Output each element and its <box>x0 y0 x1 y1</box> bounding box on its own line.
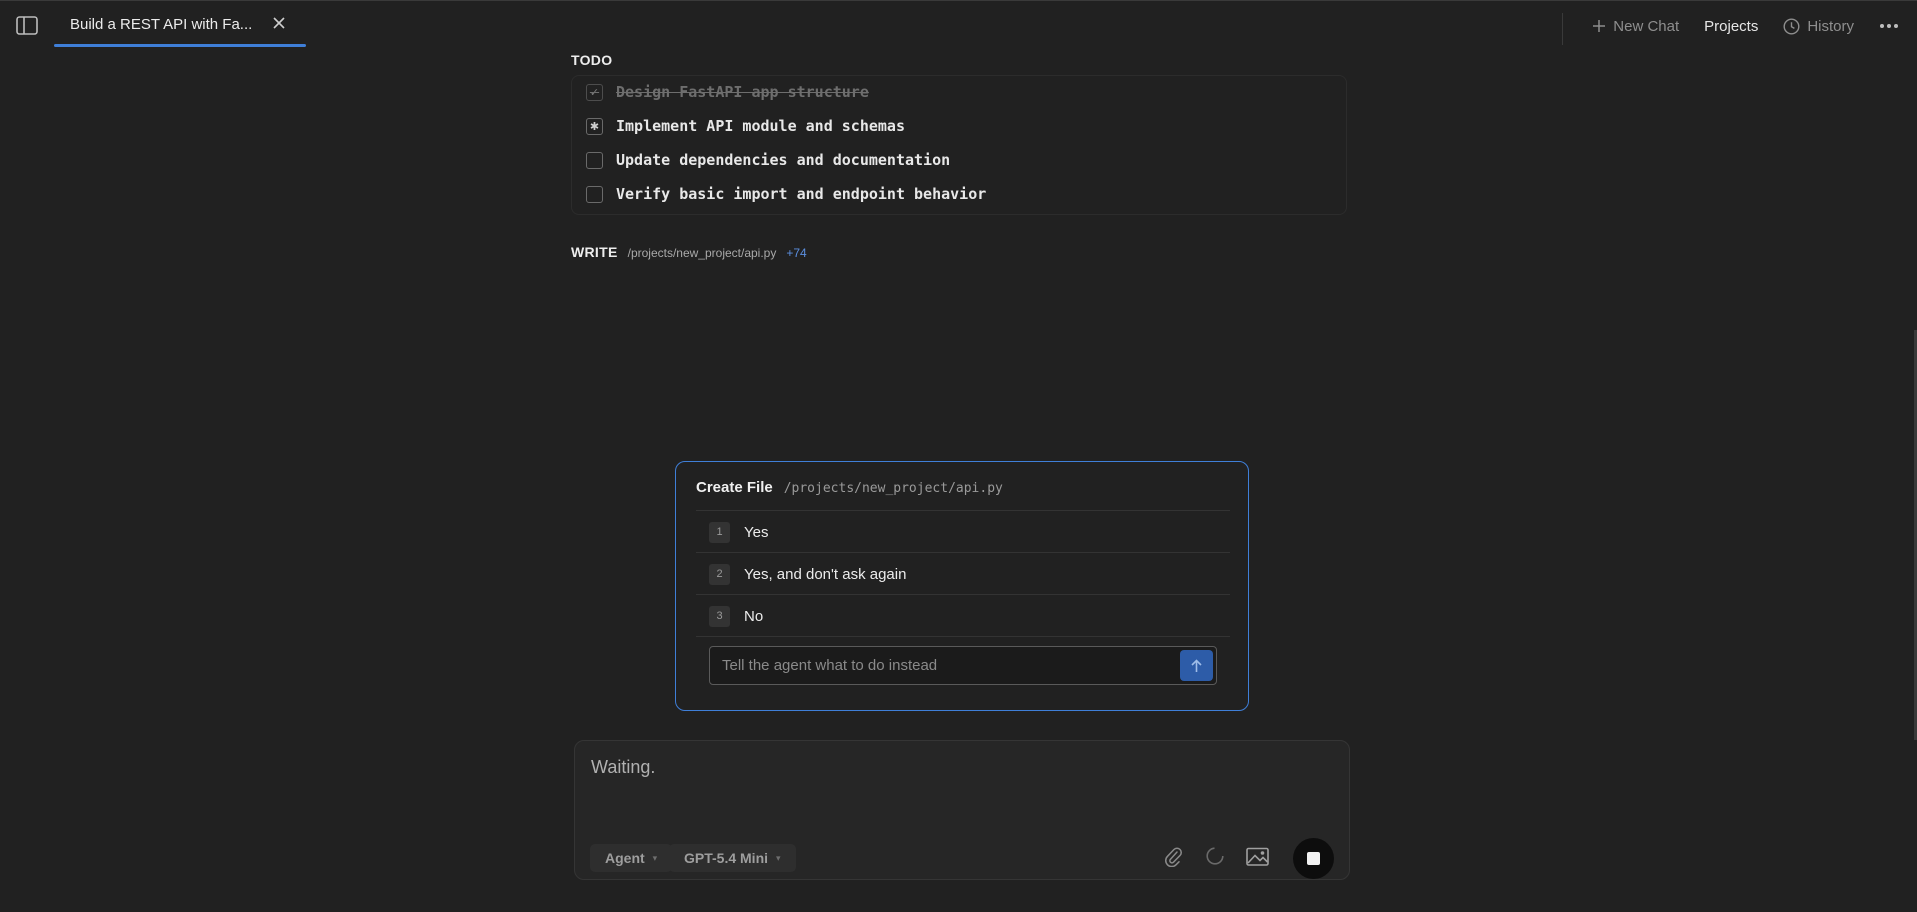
history-label: History <box>1807 17 1854 35</box>
instead-input[interactable] <box>722 647 1162 684</box>
option-label: No <box>744 607 764 625</box>
history-button[interactable]: History <box>1783 18 1854 35</box>
divider <box>696 510 1230 511</box>
todo-item[interactable]: Update dependencies and documentation <box>586 150 950 170</box>
chevron-down-icon: ▾ <box>776 852 781 863</box>
top-actions: New Chat Projects History <box>1567 15 1899 37</box>
todo-item[interactable]: ✓ Design FastAPI app structure <box>586 82 869 102</box>
new-chat-button[interactable]: New Chat <box>1592 18 1679 35</box>
model-label: GPT-5.4 Mini <box>684 850 769 866</box>
new-chat-label: New Chat <box>1613 17 1680 35</box>
more-options-button[interactable] <box>1879 23 1899 29</box>
create-file-dialog: Create File /projects/new_project/api.py… <box>675 461 1249 711</box>
asterisk-icon: ✱ <box>586 117 603 135</box>
write-diff-count: +74 <box>786 246 807 260</box>
top-divider <box>1562 13 1563 45</box>
todo-item-text: Implement API module and schemas <box>616 117 905 135</box>
mode-selector[interactable]: Agent ▾ <box>590 844 673 872</box>
stop-icon <box>1307 852 1320 865</box>
composer-status-text: Waiting. <box>591 757 656 777</box>
dialog-header: Create File /projects/new_project/api.py <box>696 479 1003 496</box>
checkbox-icon <box>586 185 603 203</box>
dialog-title: Create File <box>696 479 773 496</box>
mode-label: Agent <box>605 850 645 866</box>
instead-input-box <box>709 646 1217 685</box>
todo-list: ✓ Design FastAPI app structure ✱ Impleme… <box>571 75 1347 215</box>
write-label: WRITE <box>571 244 618 260</box>
divider <box>696 636 1230 637</box>
tab-active-chat[interactable]: Build a REST API with Fa... <box>54 1 306 47</box>
todo-item[interactable]: Verify basic import and endpoint behavio… <box>586 184 986 204</box>
option-number: 2 <box>709 563 730 585</box>
close-icon[interactable] <box>272 16 286 30</box>
write-action[interactable]: WRITE /projects/new_project/api.py +74 <box>571 244 807 260</box>
option-number: 3 <box>709 605 730 627</box>
projects-button[interactable]: Projects <box>1704 18 1758 35</box>
write-file-path: /projects/new_project/api.py <box>627 246 777 260</box>
send-button[interactable] <box>1180 650 1213 681</box>
option-no[interactable]: 3 No <box>709 605 763 627</box>
sidebar-toggle-icon[interactable] <box>16 16 38 35</box>
divider <box>696 552 1230 553</box>
checkbox-icon <box>586 151 603 169</box>
option-yes[interactable]: 1 Yes <box>709 521 768 543</box>
model-selector[interactable]: GPT-5.4 Mini ▾ <box>669 844 796 872</box>
dialog-file-path: /projects/new_project/api.py <box>783 481 1003 496</box>
arrow-up-icon <box>1191 658 1202 672</box>
top-bar: Build a REST API with Fa... New Chat Pro… <box>0 0 1917 48</box>
image-icon[interactable] <box>1246 847 1270 867</box>
tab-active-indicator <box>54 44 306 47</box>
option-yes-dont-ask-again[interactable]: 2 Yes, and don't ask again <box>709 563 906 585</box>
option-label: Yes, and don't ask again <box>744 565 907 583</box>
projects-label: Projects <box>1704 17 1759 35</box>
loading-spinner-icon <box>1206 847 1224 865</box>
divider <box>696 594 1230 595</box>
option-label: Yes <box>744 523 769 541</box>
checkmark-icon: ✓ <box>586 83 603 101</box>
tab-title: Build a REST API with Fa... <box>70 15 253 33</box>
more-icon <box>1880 24 1898 28</box>
paperclip-icon[interactable] <box>1164 845 1182 867</box>
todo-label: TODO <box>571 52 613 68</box>
chevron-down-icon: ▾ <box>652 852 658 863</box>
clock-icon <box>1783 17 1800 35</box>
todo-item-text: Update dependencies and documentation <box>616 151 951 169</box>
option-number: 1 <box>709 521 730 543</box>
todo-item[interactable]: ✱ Implement API module and schemas <box>586 116 905 136</box>
composer[interactable]: Waiting. Agent ▾ GPT-5.4 Mini ▾ <box>574 740 1350 880</box>
todo-item-text: Design FastAPI app structure <box>616 83 869 101</box>
todo-item-text: Verify basic import and endpoint behavio… <box>616 185 987 203</box>
stop-button[interactable] <box>1293 838 1334 879</box>
plus-icon <box>1593 20 1606 32</box>
